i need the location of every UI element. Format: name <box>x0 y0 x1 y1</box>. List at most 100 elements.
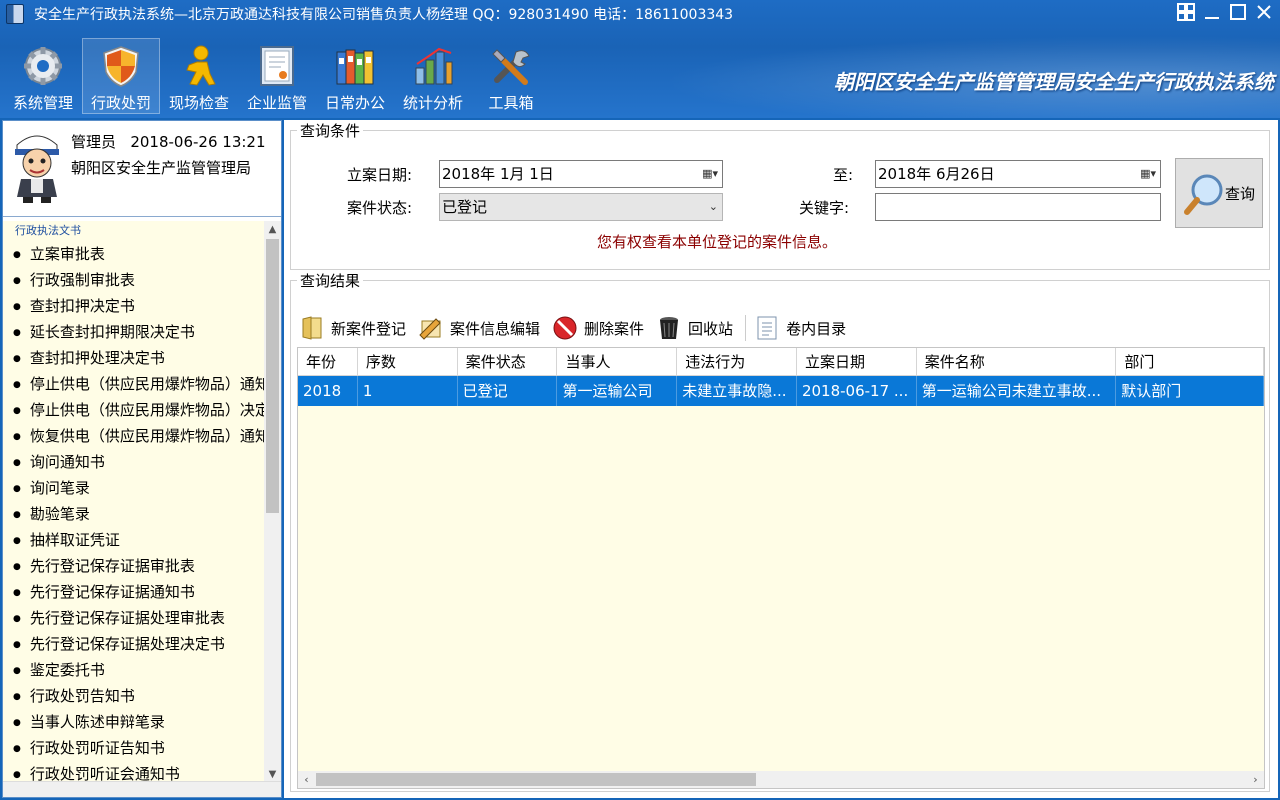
document-item[interactable]: 行政强制审批表 <box>3 267 265 293</box>
column-header[interactable]: 序数 <box>358 348 458 375</box>
scroll-right-icon[interactable]: › <box>1247 771 1264 788</box>
scroll-thumb[interactable] <box>266 239 279 513</box>
column-header[interactable]: 年份 <box>298 348 358 375</box>
vertical-scrollbar[interactable]: ▲ ▼ <box>264 221 281 783</box>
toolbar-enterprise-supervision[interactable]: 企业监管 <box>238 38 316 114</box>
document-item[interactable]: 鉴定委托书 <box>3 657 265 683</box>
toolbar-administrative-penalty[interactable]: 行政处罚 <box>82 38 160 114</box>
table-cell: 2018-06-17 ... <box>797 376 917 406</box>
left-horizontal-scrollbar[interactable] <box>3 781 281 797</box>
table-cell: 2018 <box>298 376 358 406</box>
calendar-dropdown-icon[interactable]: ▦▾ <box>1140 161 1156 187</box>
results-toolbar: 新案件登记 案件信息编辑 删除案件 回收站 卷内目录 <box>299 311 858 345</box>
document-item[interactable]: 先行登记保存证据审批表 <box>3 553 265 579</box>
toolbar-statistics[interactable]: 统计分析 <box>394 38 472 114</box>
table-body: 2018 1 已登记 第一运输公司 未建立事故隐... 2018-06-17 ... 第一运… <box>298 376 1264 406</box>
column-header[interactable]: 案件名称 <box>917 348 1117 375</box>
table-cell: 第一运输公司未建立事故... <box>917 376 1117 406</box>
document-item[interactable]: 询问通知书 <box>3 449 265 475</box>
volume-contents-label: 卷内目录 <box>786 319 847 338</box>
shield-icon <box>98 43 144 88</box>
edit-case-label: 案件信息编辑 <box>450 319 541 338</box>
date-to-value: 2018年 6月26日 <box>878 165 995 183</box>
column-header[interactable]: 违法行为 <box>677 348 797 375</box>
document-item[interactable]: 恢复供电（供应民用爆炸物品）通知书 <box>3 423 265 449</box>
permission-notice: 您有权查看本单位登记的案件信息。 <box>597 233 838 251</box>
document-item[interactable]: 查封扣押决定书 <box>3 293 265 319</box>
delete-case-button[interactable]: 删除案件 <box>552 315 644 341</box>
results-legend: 查询结果 <box>297 270 364 291</box>
person-icon <box>176 43 222 88</box>
keyword-input[interactable] <box>875 193 1161 221</box>
close-button[interactable] <box>1254 2 1274 22</box>
document-item[interactable]: 勘验笔录 <box>3 501 265 527</box>
table-cell: 第一运输公司 <box>557 376 678 406</box>
scroll-left-icon[interactable]: ‹ <box>298 771 315 788</box>
table-horizontal-scrollbar[interactable]: ‹ › <box>298 771 1264 788</box>
document-item[interactable]: 询问笔录 <box>3 475 265 501</box>
calendar-dropdown-icon[interactable]: ▦▾ <box>702 161 718 187</box>
column-header[interactable]: 案件状态 <box>458 348 558 375</box>
toolbar-label: 统计分析 <box>402 94 463 112</box>
login-datetime: 2018-06-26 13:21 <box>130 133 266 151</box>
volume-contents-button[interactable]: 卷内目录 <box>754 315 846 341</box>
query-button[interactable]: 查询 <box>1175 158 1263 228</box>
tools-icon <box>488 43 534 88</box>
toolbar-system-management[interactable]: 系统管理 <box>4 38 82 114</box>
column-header[interactable]: 当事人 <box>557 348 678 375</box>
to-label: 至: <box>833 166 854 184</box>
user-role: 管理员 <box>71 133 117 151</box>
toolbar-toolbox[interactable]: 工具箱 <box>472 38 550 114</box>
document-item[interactable]: 行政处罚听证会通知书 <box>3 761 265 783</box>
document-item[interactable]: 停止供电（供应民用爆炸物品）通知书 <box>3 371 265 397</box>
window-title: 安全生产行政执法系统—北京万政通达科技有限公司销售负责人杨经理 QQ：92803… <box>34 7 734 23</box>
column-header[interactable]: 立案日期 <box>797 348 917 375</box>
document-item[interactable]: 行政处罚听证告知书 <box>3 735 265 761</box>
date-label: 立案日期: <box>347 166 413 184</box>
layout-grid-icon[interactable] <box>1176 2 1196 22</box>
document-item[interactable]: 先行登记保存证据处理决定书 <box>3 631 265 657</box>
document-item[interactable]: 延长查封扣押期限决定书 <box>3 319 265 345</box>
table-row[interactable]: 2018 1 已登记 第一运输公司 未建立事故隐... 2018-06-17 ... 第一运… <box>298 376 1264 406</box>
new-case-button[interactable]: 新案件登记 <box>299 315 406 341</box>
minimize-button[interactable] <box>1202 2 1222 22</box>
date-to-picker[interactable]: 2018年 6月26日 ▦▾ <box>875 160 1161 188</box>
main-toolbar: 系统管理 行政处罚 现场检查 企业监管 日常办公 统计分析 工具箱 <box>4 38 550 114</box>
date-from-picker[interactable]: 2018年 1月 1日 ▦▾ <box>439 160 723 188</box>
column-header[interactable]: 部门 <box>1116 348 1264 375</box>
document-item[interactable]: 先行登记保存证据通知书 <box>3 579 265 605</box>
toolbar-separator <box>745 315 747 341</box>
document-item[interactable]: 先行登记保存证据处理审批表 <box>3 605 265 631</box>
toolbar-site-inspection[interactable]: 现场检查 <box>160 38 238 114</box>
document-list: 行政执法文书 立案审批表行政强制审批表查封扣押决定书延长查封扣押期限决定书查封扣… <box>3 221 281 783</box>
delete-icon <box>552 315 578 341</box>
gear-icon <box>20 43 66 88</box>
date-from-value: 2018年 1月 1日 <box>442 165 554 183</box>
document-item[interactable]: 立案审批表 <box>3 241 265 267</box>
recycle-bin-button[interactable]: 回收站 <box>656 315 733 341</box>
query-legend: 查询条件 <box>297 120 364 141</box>
user-info: 管理员 2018-06-26 13:21 朝阳区安全生产监管管理局 <box>3 121 281 217</box>
chevron-down-icon[interactable]: ⌄ <box>709 194 718 220</box>
document-item[interactable]: 抽样取证凭证 <box>3 527 265 553</box>
document-item[interactable]: 查封扣押处理决定书 <box>3 345 265 371</box>
main-content: 查询条件 立案日期: 2018年 1月 1日 ▦▾ 至: 2018年 6月26日… <box>284 120 1278 798</box>
status-value: 已登记 <box>442 198 488 216</box>
document-item[interactable]: 行政处罚告知书 <box>3 683 265 709</box>
maximize-button[interactable] <box>1228 2 1248 22</box>
document-items: 立案审批表行政强制审批表查封扣押决定书延长查封扣押期限决定书查封扣押处理决定书停… <box>3 241 281 783</box>
document-item[interactable]: 停止供电（供应民用爆炸物品）决定书 <box>3 397 265 423</box>
document-item[interactable]: 当事人陈述申辩笔录 <box>3 709 265 735</box>
scroll-up-icon[interactable]: ▲ <box>264 221 281 238</box>
system-banner: 朝阳区安全生产监管管理局安全生产行政执法系统 <box>834 70 1274 94</box>
toolbar-label: 现场检查 <box>168 94 229 112</box>
status-select[interactable]: 已登记 ⌄ <box>439 193 723 221</box>
edit-case-button[interactable]: 案件信息编辑 <box>418 315 540 341</box>
toolbar-daily-office[interactable]: 日常办公 <box>316 38 394 114</box>
status-label: 案件状态: <box>347 199 413 217</box>
scroll-thumb[interactable] <box>316 773 756 786</box>
new-case-label: 新案件登记 <box>331 319 407 338</box>
toolbar-label: 日常办公 <box>324 94 385 112</box>
table-cell: 已登记 <box>458 376 558 406</box>
table-header: 年份 序数 案件状态 当事人 违法行为 立案日期 案件名称 部门 <box>298 348 1264 376</box>
